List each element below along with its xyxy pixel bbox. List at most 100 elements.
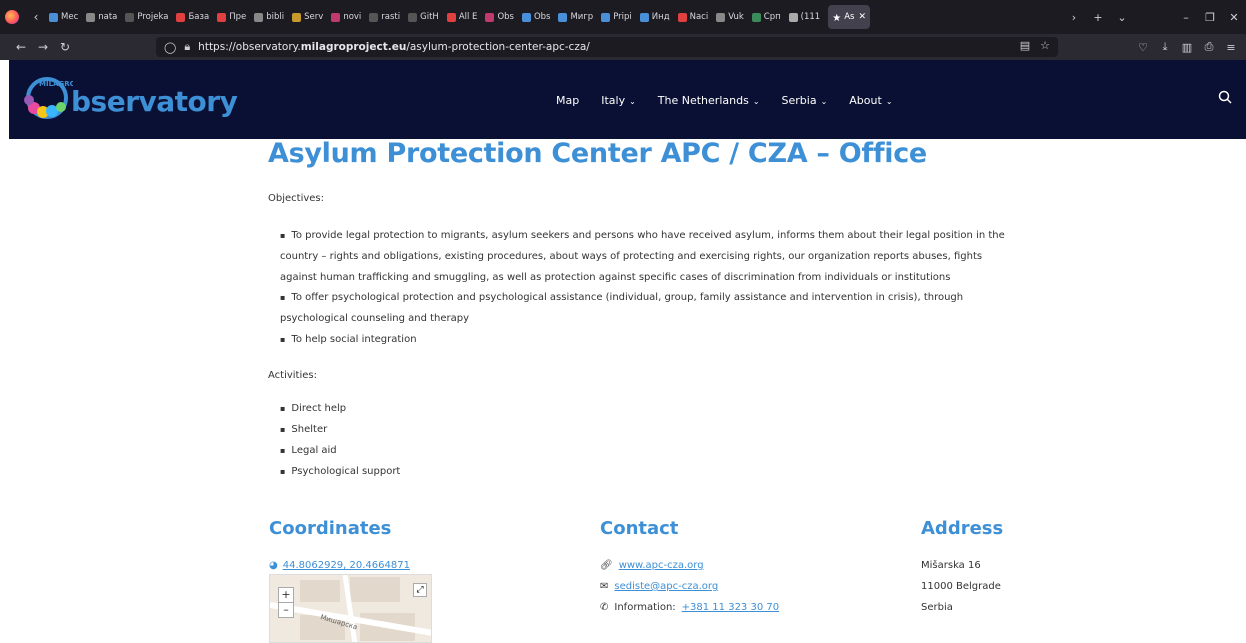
search-icon[interactable] bbox=[1218, 90, 1232, 104]
browser-tab-strip: ‹ Mec nata Projeka База Пре bibli Serv novi rast… bbox=[0, 0, 1246, 34]
tab-list-icon[interactable]: ⌄ bbox=[1110, 11, 1134, 24]
tab-list: Mec nata Projeka База Пре bibli Serv novi rasti G… bbox=[45, 0, 874, 34]
browser-tab[interactable]: GitH bbox=[404, 0, 443, 34]
tab-favicon-icon bbox=[446, 12, 456, 22]
browser-nav-bar: ← → ↻ ◯ 🔒︎ https://observatory.milagropr… bbox=[0, 34, 1246, 60]
map-tiles: Мишарска bbox=[270, 575, 431, 642]
tab-label: Obs bbox=[497, 12, 514, 22]
browser-tab[interactable]: Пре bbox=[213, 0, 250, 34]
tab-label: Serv bbox=[304, 12, 324, 22]
active-browser-tab[interactable]: ★ As ✕ bbox=[828, 5, 870, 29]
browser-tab[interactable]: Obs bbox=[518, 0, 555, 34]
website-link[interactable]: www.apc-cza.org bbox=[619, 560, 704, 571]
pocket-icon[interactable]: ♡ bbox=[1132, 41, 1154, 54]
location-icon: ◕ bbox=[269, 560, 278, 571]
chevron-down-icon: ⌄ bbox=[629, 97, 636, 106]
shield-icon[interactable]: ◯ bbox=[164, 41, 176, 54]
browser-tab[interactable]: (111 bbox=[785, 0, 825, 34]
share-icon[interactable]: ⎙ bbox=[1198, 40, 1220, 54]
tab-favicon-icon bbox=[176, 12, 186, 22]
browser-tab[interactable]: nata bbox=[82, 0, 121, 34]
list-item: Legal aid bbox=[280, 440, 400, 461]
browser-tab[interactable]: novi bbox=[327, 0, 365, 34]
menu-item-about[interactable]: About ⌄ bbox=[849, 94, 892, 107]
zoom-out-button[interactable]: – bbox=[279, 602, 293, 617]
url-bar[interactable]: ◯ 🔒︎ https://observatory.milagroproject.… bbox=[156, 37, 1058, 57]
firefox-icon[interactable] bbox=[5, 10, 19, 24]
browser-tab[interactable]: База bbox=[172, 0, 213, 34]
menu-item-label: Italy bbox=[601, 94, 626, 107]
envelope-icon: ✉ bbox=[600, 581, 609, 592]
list-item: Direct help bbox=[280, 398, 400, 419]
back-button[interactable]: ← bbox=[10, 40, 32, 54]
tab-label: As bbox=[844, 12, 855, 22]
menu-item-serbia[interactable]: Serbia ⌄ bbox=[782, 94, 828, 107]
browser-tab[interactable]: rasti bbox=[365, 0, 404, 34]
browser-tab[interactable]: Mec bbox=[45, 0, 82, 34]
minimize-button[interactable]: – bbox=[1174, 11, 1198, 24]
browser-tab[interactable]: Pripi bbox=[597, 0, 636, 34]
tab-label: nata bbox=[98, 12, 118, 22]
contact-heading: Contact bbox=[600, 518, 679, 539]
tab-favicon-icon bbox=[408, 12, 418, 22]
email-link[interactable]: sediste@apc-cza.org bbox=[614, 581, 718, 592]
downloads-icon[interactable]: ⤓ bbox=[1154, 40, 1176, 54]
list-item: To offer psychological protection and ps… bbox=[280, 288, 1020, 330]
logo-globe-icon: MILAGRO bbox=[24, 77, 73, 119]
tab-label: Pripi bbox=[613, 12, 632, 22]
list-item: Psychological support bbox=[280, 461, 400, 482]
library-icon[interactable]: ▥ bbox=[1176, 41, 1198, 54]
site-logo[interactable]: MILAGRO bservatory bbox=[21, 74, 238, 120]
reader-mode-icon[interactable]: ▤ bbox=[1020, 39, 1030, 52]
bookmark-star-icon[interactable]: ☆ bbox=[1040, 39, 1050, 52]
url-bar-actions: ▤ ☆ bbox=[1020, 39, 1050, 52]
browser-tab[interactable]: Naci bbox=[674, 0, 713, 34]
phone-line: ✆ Information: +381 11 323 30 70 bbox=[600, 602, 779, 613]
tab-label: bibli bbox=[266, 12, 285, 22]
expand-map-icon[interactable]: ⤢ bbox=[413, 583, 427, 597]
menu-icon[interactable]: ≡ bbox=[1220, 41, 1242, 54]
tab-label: rasti bbox=[381, 12, 401, 22]
close-window-button[interactable]: ✕ bbox=[1222, 11, 1246, 24]
coordinates-link[interactable]: ◕ 44.8062929, 20.4664871 bbox=[269, 560, 410, 571]
list-item: To provide legal protection to migrants,… bbox=[280, 226, 1020, 288]
map[interactable]: Мишарска + – ⤢ bbox=[269, 574, 432, 643]
chevron-down-icon: ⌄ bbox=[885, 97, 893, 106]
tab-scroll-right-icon[interactable]: › bbox=[1062, 11, 1086, 24]
menu-item-italy[interactable]: Italy ⌄ bbox=[601, 94, 636, 107]
browser-tab[interactable]: Инд bbox=[636, 0, 674, 34]
browser-tab[interactable]: Vuk bbox=[712, 0, 748, 34]
browser-tab[interactable]: bibli bbox=[250, 0, 288, 34]
browser-tab[interactable]: Projeka bbox=[121, 0, 172, 34]
objectives-label: Objectives: bbox=[268, 193, 324, 204]
browser-tab[interactable]: Срп bbox=[748, 0, 785, 34]
forward-button[interactable]: → bbox=[32, 40, 54, 54]
phone-link[interactable]: +381 11 323 30 70 bbox=[682, 602, 779, 613]
reload-button[interactable]: ↻ bbox=[54, 40, 76, 54]
phone-label: Information: bbox=[614, 602, 676, 613]
zoom-in-button[interactable]: + bbox=[279, 588, 293, 602]
coordinates-heading: Coordinates bbox=[269, 518, 392, 539]
menu-item-map[interactable]: Map bbox=[556, 94, 579, 107]
restore-button[interactable]: ❐ bbox=[1198, 11, 1222, 24]
tab-strip-controls: › + ⌄ – ❐ ✕ bbox=[1062, 0, 1246, 34]
tab-favicon-icon bbox=[558, 12, 568, 22]
address-country: Serbia bbox=[921, 602, 953, 613]
address-city: 11000 Belgrade bbox=[921, 581, 1001, 592]
menu-item-the-netherlands[interactable]: The Netherlands ⌄ bbox=[658, 94, 760, 107]
lock-icon[interactable]: 🔒︎ bbox=[184, 40, 190, 54]
tab-favicon-icon bbox=[331, 12, 341, 22]
tab-favicon-icon bbox=[601, 12, 611, 22]
link-icon: 🔗︎ bbox=[600, 560, 613, 571]
browser-tab[interactable]: Мигр bbox=[554, 0, 597, 34]
new-tab-button[interactable]: + bbox=[1086, 11, 1110, 24]
tab-favicon-icon bbox=[716, 12, 726, 22]
toolbar-actions: ♡ ⤓ ▥ ⎙ ≡ bbox=[1132, 34, 1242, 60]
browser-tab[interactable]: Obs bbox=[481, 0, 518, 34]
close-tab-icon[interactable]: ✕ bbox=[858, 12, 866, 22]
browser-tab[interactable]: All E bbox=[443, 0, 482, 34]
tab-list-left-icon[interactable]: ‹ bbox=[27, 10, 45, 24]
tab-label: База bbox=[188, 12, 210, 22]
menu-item-label: The Netherlands bbox=[657, 94, 749, 107]
browser-tab[interactable]: Serv bbox=[288, 0, 327, 34]
